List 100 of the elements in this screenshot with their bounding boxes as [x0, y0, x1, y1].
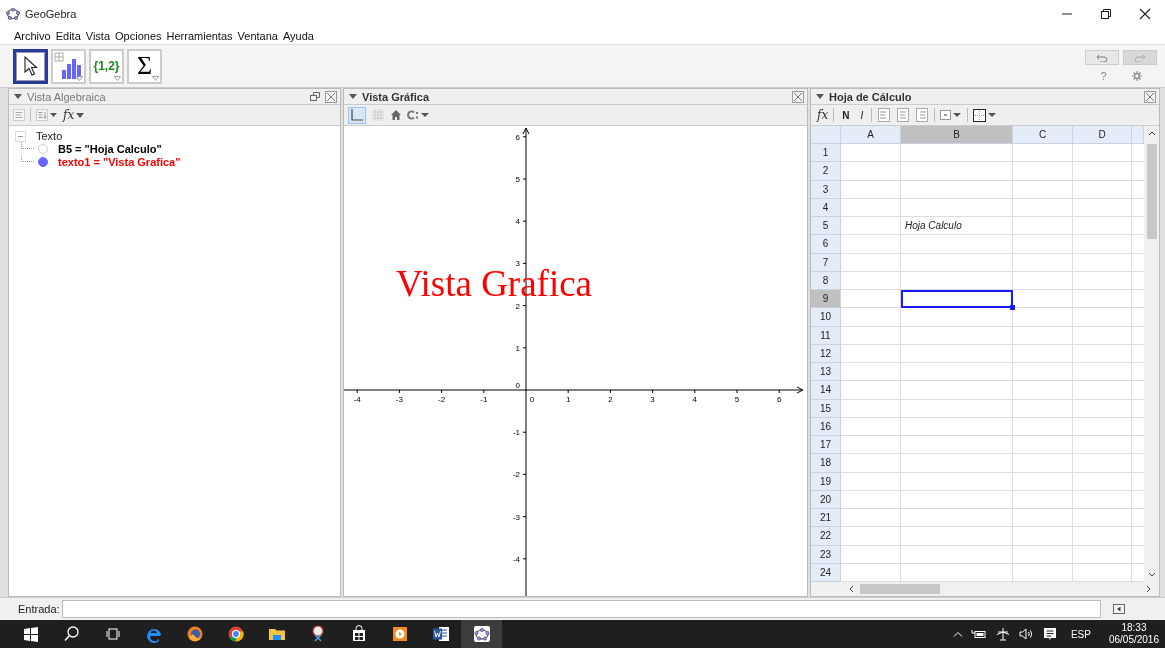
cell-color-icon[interactable]: [940, 109, 963, 121]
bar-chart-icon: [53, 52, 84, 80]
settings-icon[interactable]: [1131, 71, 1142, 81]
row-header[interactable]: 9: [811, 290, 841, 309]
clock-date[interactable]: 06/05/2016: [1108, 634, 1159, 646]
axes-toggle-button[interactable]: [348, 106, 366, 124]
canvas-text[interactable]: Vista Grafica: [396, 268, 593, 300]
menu-item[interactable]: Vista: [85, 30, 111, 42]
italic-button[interactable]: I: [857, 109, 867, 121]
column-header[interactable]: D: [1073, 126, 1132, 144]
algebra-entry[interactable]: B5 = "Hoja Calculo": [58, 142, 162, 155]
table-cell: [1013, 198, 1073, 217]
menu-item[interactable]: Opciones: [115, 30, 162, 42]
row-header[interactable]: 2: [811, 162, 841, 181]
home-icon[interactable]: [390, 109, 402, 121]
table-cell: [1013, 180, 1073, 199]
move-tool-button[interactable]: [13, 48, 48, 84]
scrollbar-thumb[interactable]: [1146, 144, 1157, 239]
tick-label: -2: [512, 470, 520, 480]
table-cell: [841, 162, 901, 181]
active-cell[interactable]: [901, 290, 1013, 309]
visibility-toggle[interactable]: [38, 143, 48, 154]
tree-group-label[interactable]: Texto: [36, 130, 63, 142]
row-header[interactable]: 13: [811, 363, 841, 382]
vertical-scrollbar[interactable]: [1144, 126, 1159, 582]
point-style-icon[interactable]: [407, 109, 431, 121]
row-header[interactable]: 14: [811, 381, 841, 400]
list-tool-button[interactable]: {1,2}: [89, 48, 124, 84]
tick-label: -1: [512, 428, 520, 438]
collapse-triangle-icon[interactable]: [816, 93, 824, 100]
redo-icon: [1134, 53, 1146, 62]
table-cell: [1013, 417, 1073, 436]
table-cell: [1013, 162, 1073, 181]
table-cell: [1013, 235, 1073, 254]
horizontal-scrollbar[interactable]: [811, 582, 1159, 596]
caret-icon: [76, 112, 85, 118]
chevron-down-icon[interactable]: [1147, 572, 1156, 577]
menu-item[interactable]: Ayuda: [282, 30, 314, 42]
tick-label: 5: [515, 175, 520, 184]
tick-label: 4: [692, 395, 698, 404]
column-header[interactable]: B: [901, 126, 1013, 144]
window-title: GeoGebra: [25, 8, 77, 20]
column-header[interactable]: C: [1013, 126, 1073, 144]
row-header[interactable]: 22: [811, 527, 841, 546]
collapse-triangle-icon[interactable]: [349, 93, 357, 100]
play-tile-icon: [390, 625, 409, 643]
table-cell: [1013, 290, 1073, 309]
clock-time[interactable]: 18:33: [1121, 622, 1147, 634]
undock-icon[interactable]: [310, 92, 320, 101]
table-cell: [1073, 235, 1132, 254]
keyboard-toggle-icon[interactable]: [1113, 604, 1125, 614]
tick-label: 6: [776, 395, 782, 404]
taskbar-button[interactable]: [461, 620, 502, 648]
tick-label: -3: [395, 395, 403, 404]
notification-icon[interactable]: [1042, 627, 1057, 641]
airplane-icon[interactable]: [994, 627, 1011, 641]
battery-icon[interactable]: [970, 629, 987, 639]
visibility-toggle[interactable]: [38, 156, 48, 167]
row-header[interactable]: 5: [811, 217, 841, 236]
row-header[interactable]: 18: [811, 454, 841, 473]
corner-cell[interactable]: [811, 126, 841, 144]
collapse-triangle-icon[interactable]: [14, 93, 22, 100]
bold-button[interactable]: N: [839, 109, 853, 121]
fill-handle[interactable]: [1010, 305, 1015, 311]
formula-button[interactable]: fx: [817, 108, 829, 122]
table-cell: Hoja Calculo: [901, 217, 1013, 236]
input-field[interactable]: [61, 600, 1101, 618]
row-header[interactable]: 17: [811, 436, 841, 455]
speaker-icon[interactable]: [1018, 628, 1035, 640]
table-cell: [841, 527, 901, 546]
menu-item[interactable]: Herramientas: [166, 30, 233, 42]
row-header[interactable]: 10: [811, 308, 841, 327]
tick-label: 0: [529, 395, 535, 404]
row-header[interactable]: 6: [811, 235, 841, 254]
scrollbar-thumb[interactable]: [860, 584, 940, 594]
search-icon: [62, 625, 81, 643]
menu-item[interactable]: Archivo: [14, 30, 51, 42]
table-cell: [841, 326, 901, 345]
row-header[interactable]: 21: [811, 509, 841, 528]
menu-item[interactable]: Ventana: [237, 30, 278, 42]
collapse-icon[interactable]: [15, 130, 26, 142]
table-cell: [841, 545, 901, 564]
menu-item[interactable]: Edita: [55, 30, 81, 42]
table-cell: [1013, 144, 1073, 163]
chart-tool-button[interactable]: [51, 48, 86, 84]
chevron-left-icon[interactable]: [849, 585, 854, 593]
restore-icon[interactable]: [1100, 8, 1112, 20]
chevron-right-icon[interactable]: [1146, 585, 1151, 593]
column-header[interactable]: A: [841, 126, 901, 144]
table-cell: [1073, 454, 1132, 473]
function-menu-button[interactable]: fx: [63, 108, 85, 122]
algebra-entry[interactable]: texto1 = "Vista Grafica": [58, 155, 181, 168]
language-indicator[interactable]: ESP: [1070, 628, 1091, 640]
sum-tool-button[interactable]: Σ: [127, 48, 162, 84]
sort-icon[interactable]: [36, 109, 58, 121]
close-icon[interactable]: [1139, 8, 1151, 20]
row-header[interactable]: 1: [811, 144, 841, 163]
border-style-icon[interactable]: [973, 108, 998, 122]
ellipse-logo-icon: [472, 625, 491, 643]
chevron-up-icon[interactable]: [1147, 131, 1156, 136]
